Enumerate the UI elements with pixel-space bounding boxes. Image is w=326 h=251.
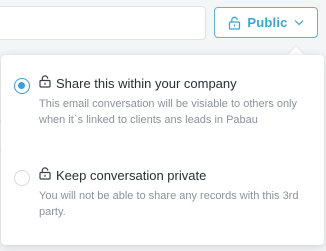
privacy-dropdown-menu: Share this within your company This emai… (1, 55, 324, 245)
lock-icon (39, 167, 51, 183)
lock-icon (228, 16, 241, 30)
privacy-dropdown-label: Public (247, 15, 288, 30)
conversation-privacy-view: Public Share this within your company Th… (0, 0, 326, 251)
background-field (0, 6, 206, 40)
privacy-dropdown-button[interactable]: Public (214, 7, 318, 38)
privacy-option-description: You will not be able to share any record… (39, 190, 299, 218)
privacy-option-radio[interactable] (14, 78, 30, 94)
lock-icon (39, 75, 51, 91)
privacy-option-title: Share this within your company (39, 75, 237, 91)
privacy-option-radio[interactable] (14, 170, 30, 186)
chevron-down-icon (294, 19, 304, 26)
privacy-option-description: This email conversation will be visiable… (39, 98, 298, 126)
privacy-option-title: Keep conversation private (39, 167, 206, 183)
privacy-option-title-text: Keep conversation private (56, 167, 207, 183)
privacy-option-title-text: Share this within your company (56, 75, 237, 91)
